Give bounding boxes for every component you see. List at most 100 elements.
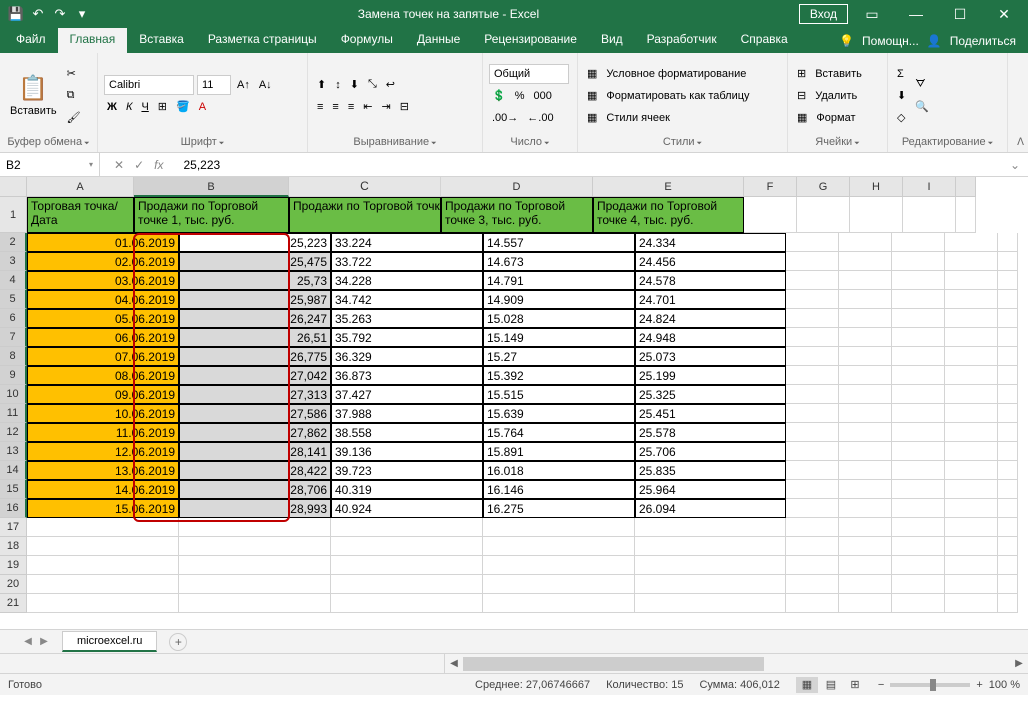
clear-icon[interactable]: ◇ <box>894 108 908 128</box>
wrap-text-icon[interactable]: ↩ <box>383 75 398 95</box>
font-size-input[interactable] <box>197 75 231 95</box>
cell[interactable]: 25,475 <box>179 252 331 271</box>
tab-view[interactable]: Вид <box>589 28 635 53</box>
tab-data[interactable]: Данные <box>405 28 472 53</box>
cell[interactable]: 02.06.2019 <box>27 252 179 271</box>
row-header[interactable]: 3 <box>0 252 27 271</box>
cond-format-icon[interactable]: ▦ <box>584 64 600 84</box>
cell[interactable]: 24.948 <box>635 328 786 347</box>
sheet-tab[interactable]: microexcel.ru <box>62 631 157 652</box>
cell[interactable]: 28,422 <box>179 461 331 480</box>
cell[interactable]: 25.578 <box>635 423 786 442</box>
cell[interactable]: 14.791 <box>483 271 635 290</box>
cell[interactable]: 03.06.2019 <box>27 271 179 290</box>
row-header[interactable]: 7 <box>0 328 27 347</box>
cell[interactable]: 04.06.2019 <box>27 290 179 309</box>
cell[interactable]: 34.228 <box>331 271 483 290</box>
cell[interactable]: 39.723 <box>331 461 483 480</box>
cell[interactable]: 10.06.2019 <box>27 404 179 423</box>
fill-color-icon[interactable]: 🪣 <box>173 97 193 117</box>
col-header[interactable]: C <box>289 177 441 197</box>
cell[interactable]: 15.149 <box>483 328 635 347</box>
cell-styles-button[interactable]: Стили ячеек <box>603 108 672 128</box>
cell[interactable]: 25.451 <box>635 404 786 423</box>
tab-insert[interactable]: Вставка <box>127 28 196 53</box>
comma-icon[interactable]: 000 <box>530 86 554 106</box>
row-header[interactable]: 18 <box>0 537 27 556</box>
align-center-icon[interactable]: ≡ <box>329 97 341 117</box>
format-cells-button[interactable]: Формат <box>813 108 858 128</box>
add-sheet-icon[interactable]: + <box>169 633 187 651</box>
indent-dec-icon[interactable]: ⇤ <box>360 97 375 117</box>
dec-decimal-icon[interactable]: ←.00 <box>524 108 556 128</box>
align-right-icon[interactable]: ≡ <box>345 97 357 117</box>
select-all-corner[interactable] <box>0 177 27 197</box>
delete-cells-icon[interactable]: ⊟ <box>794 86 809 106</box>
cell[interactable]: 25,223 <box>179 233 331 252</box>
percent-icon[interactable]: % <box>512 86 528 106</box>
cell[interactable]: 25.706 <box>635 442 786 461</box>
col-header[interactable]: D <box>441 177 593 197</box>
cell-styles-icon[interactable]: ▦ <box>584 108 600 128</box>
share-icon[interactable]: 👤 <box>927 34 942 48</box>
cell[interactable]: 35.792 <box>331 328 483 347</box>
name-box[interactable]: B2 <box>0 153 100 176</box>
cell[interactable]: 24.701 <box>635 290 786 309</box>
tab-review[interactable]: Рецензирование <box>472 28 589 53</box>
cell[interactable]: 11.06.2019 <box>27 423 179 442</box>
help-text[interactable]: Помощн... <box>862 34 919 48</box>
row-header[interactable]: 4 <box>0 271 27 290</box>
cell[interactable]: 01.06.2019 <box>27 233 179 252</box>
row-header[interactable]: 21 <box>0 594 27 613</box>
cell[interactable]: 37.427 <box>331 385 483 404</box>
row-header[interactable]: 16 <box>0 499 27 518</box>
enter-formula-icon[interactable]: ✓ <box>134 158 144 172</box>
cell[interactable]: 15.639 <box>483 404 635 423</box>
cell[interactable]: 33.722 <box>331 252 483 271</box>
row-header[interactable]: 5 <box>0 290 27 309</box>
collapse-ribbon-icon[interactable]: ᐱ <box>1017 137 1024 148</box>
insert-cells-icon[interactable]: ⊞ <box>794 64 809 84</box>
cell[interactable]: 12.06.2019 <box>27 442 179 461</box>
col-header[interactable]: H <box>850 177 903 197</box>
view-normal-icon[interactable]: ▦ <box>796 677 818 693</box>
minimize-icon[interactable]: ― <box>896 0 936 28</box>
scroll-left-icon[interactable]: ◀ <box>445 658 463 669</box>
row-header[interactable]: 2 <box>0 233 27 252</box>
row-header[interactable]: 15 <box>0 480 27 499</box>
login-button[interactable]: Вход <box>799 4 848 24</box>
sort-filter-icon[interactable]: ᗊ <box>912 75 928 95</box>
sheet-prev-icon[interactable]: ◀ <box>20 636 36 647</box>
find-icon[interactable]: 🔍 <box>912 97 932 117</box>
align-bottom-icon[interactable]: ⬇ <box>347 75 362 95</box>
row-header[interactable]: 1 <box>0 197 27 233</box>
cell[interactable]: 40.319 <box>331 480 483 499</box>
format-table-icon[interactable]: ▦ <box>584 86 600 106</box>
tab-file[interactable]: Файл <box>4 28 58 53</box>
cell[interactable]: 24.456 <box>635 252 786 271</box>
cell[interactable]: 25.835 <box>635 461 786 480</box>
font-color-icon[interactable]: A <box>196 97 209 117</box>
row-header[interactable]: 14 <box>0 461 27 480</box>
spreadsheet-grid[interactable]: ABCDEFGHI Торговая точка/ Дата Продажи п… <box>27 177 1028 629</box>
cell[interactable]: 15.392 <box>483 366 635 385</box>
cell[interactable]: 28,993 <box>179 499 331 518</box>
row-header[interactable]: 13 <box>0 442 27 461</box>
zoom-in-icon[interactable]: + <box>976 679 982 691</box>
fill-icon[interactable]: ⬇ <box>894 86 909 106</box>
cell[interactable]: 15.891 <box>483 442 635 461</box>
cell[interactable]: 24.578 <box>635 271 786 290</box>
header-cell[interactable]: Торговая точка/ Дата <box>27 197 134 233</box>
expand-formula-icon[interactable]: ⌄ <box>1002 158 1028 172</box>
cell[interactable]: 40.924 <box>331 499 483 518</box>
cell[interactable]: 27,862 <box>179 423 331 442</box>
cell[interactable]: 33.224 <box>331 233 483 252</box>
border-icon[interactable]: ⊞ <box>155 97 170 117</box>
cell[interactable]: 24.824 <box>635 309 786 328</box>
cell[interactable]: 16.018 <box>483 461 635 480</box>
paste-button[interactable]: 📋 Вставить <box>6 57 61 134</box>
cell[interactable]: 15.06.2019 <box>27 499 179 518</box>
header-cell[interactable]: Продажи по Торговой точке 2, тыс. руб. <box>289 197 441 233</box>
cell[interactable]: 28,141 <box>179 442 331 461</box>
italic-icon[interactable]: К <box>123 97 135 117</box>
